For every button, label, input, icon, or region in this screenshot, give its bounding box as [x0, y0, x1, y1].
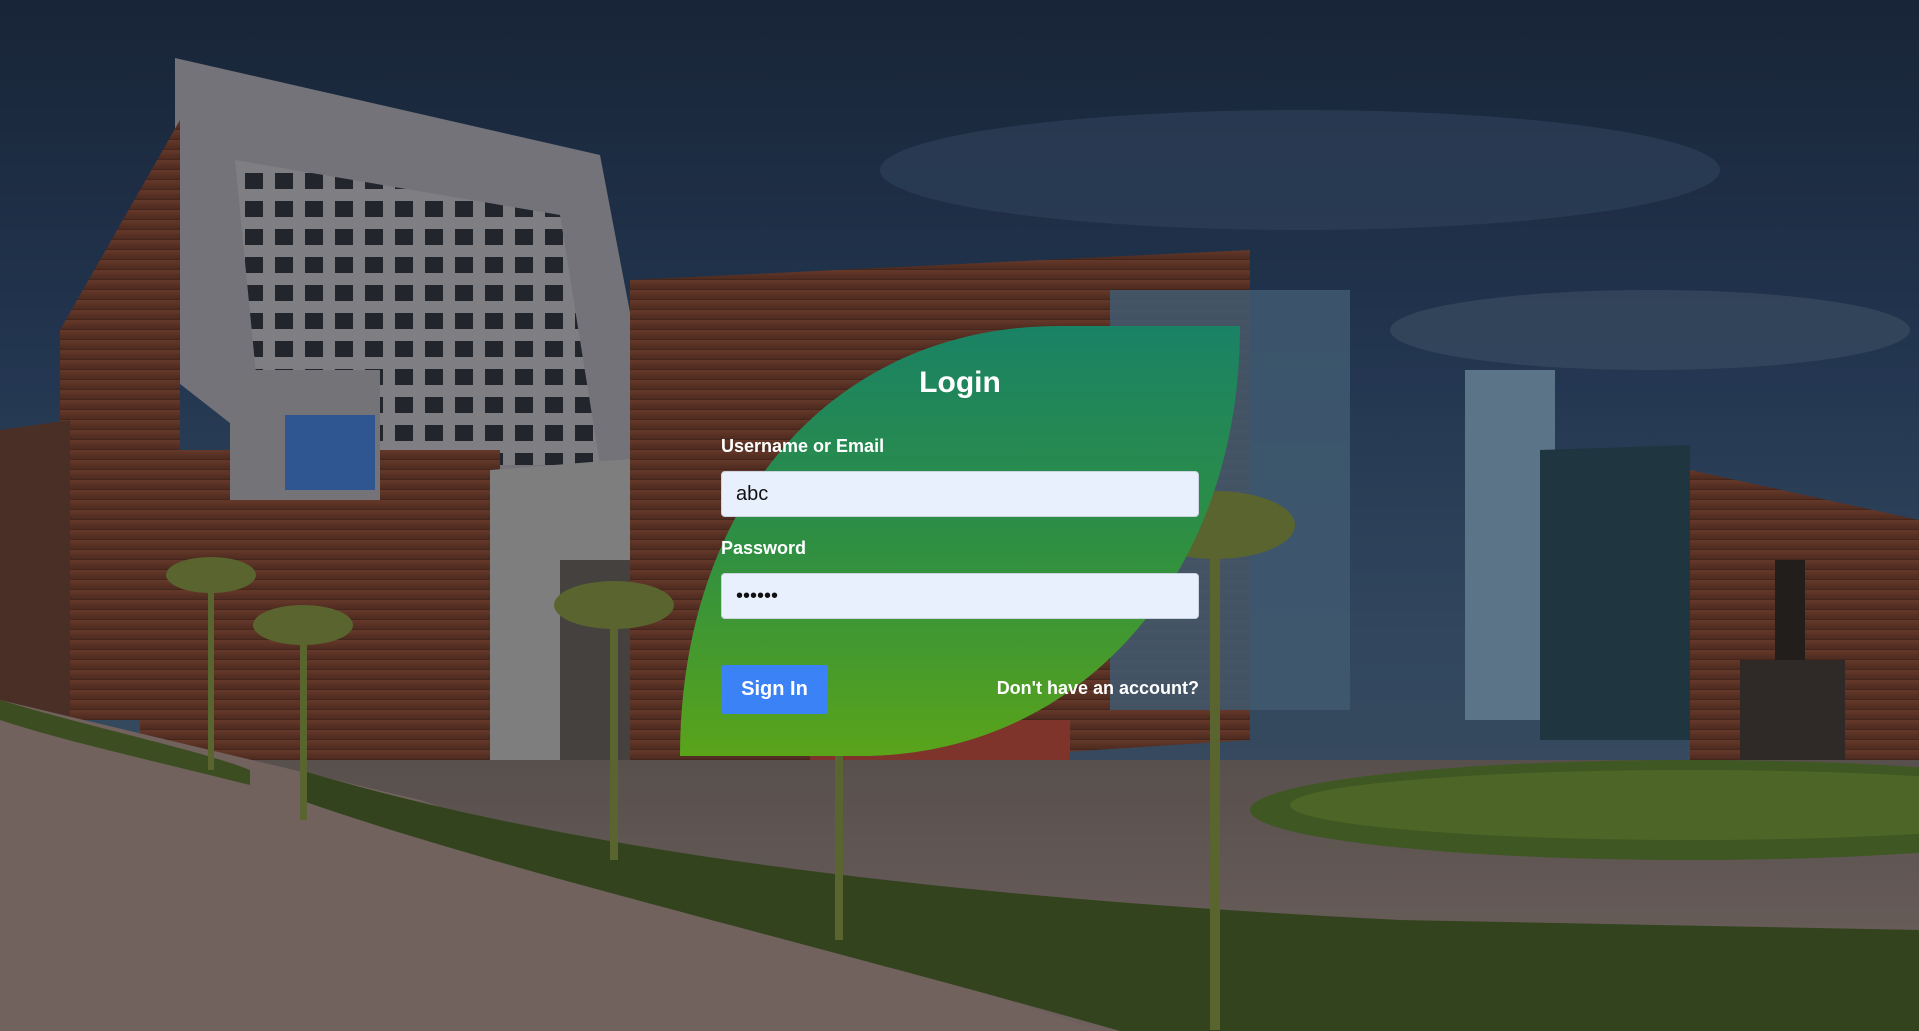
sign-in-button[interactable]: Sign In: [721, 665, 828, 714]
login-card: Login Username or Email Password Sign In…: [680, 326, 1240, 756]
username-input[interactable]: [721, 471, 1199, 517]
signup-link[interactable]: Don't have an account?: [997, 678, 1199, 699]
username-label: Username or Email: [721, 436, 885, 456]
password-label: Password: [721, 538, 807, 558]
login-title: Login: [919, 366, 1001, 399]
password-input[interactable]: [721, 573, 1199, 619]
